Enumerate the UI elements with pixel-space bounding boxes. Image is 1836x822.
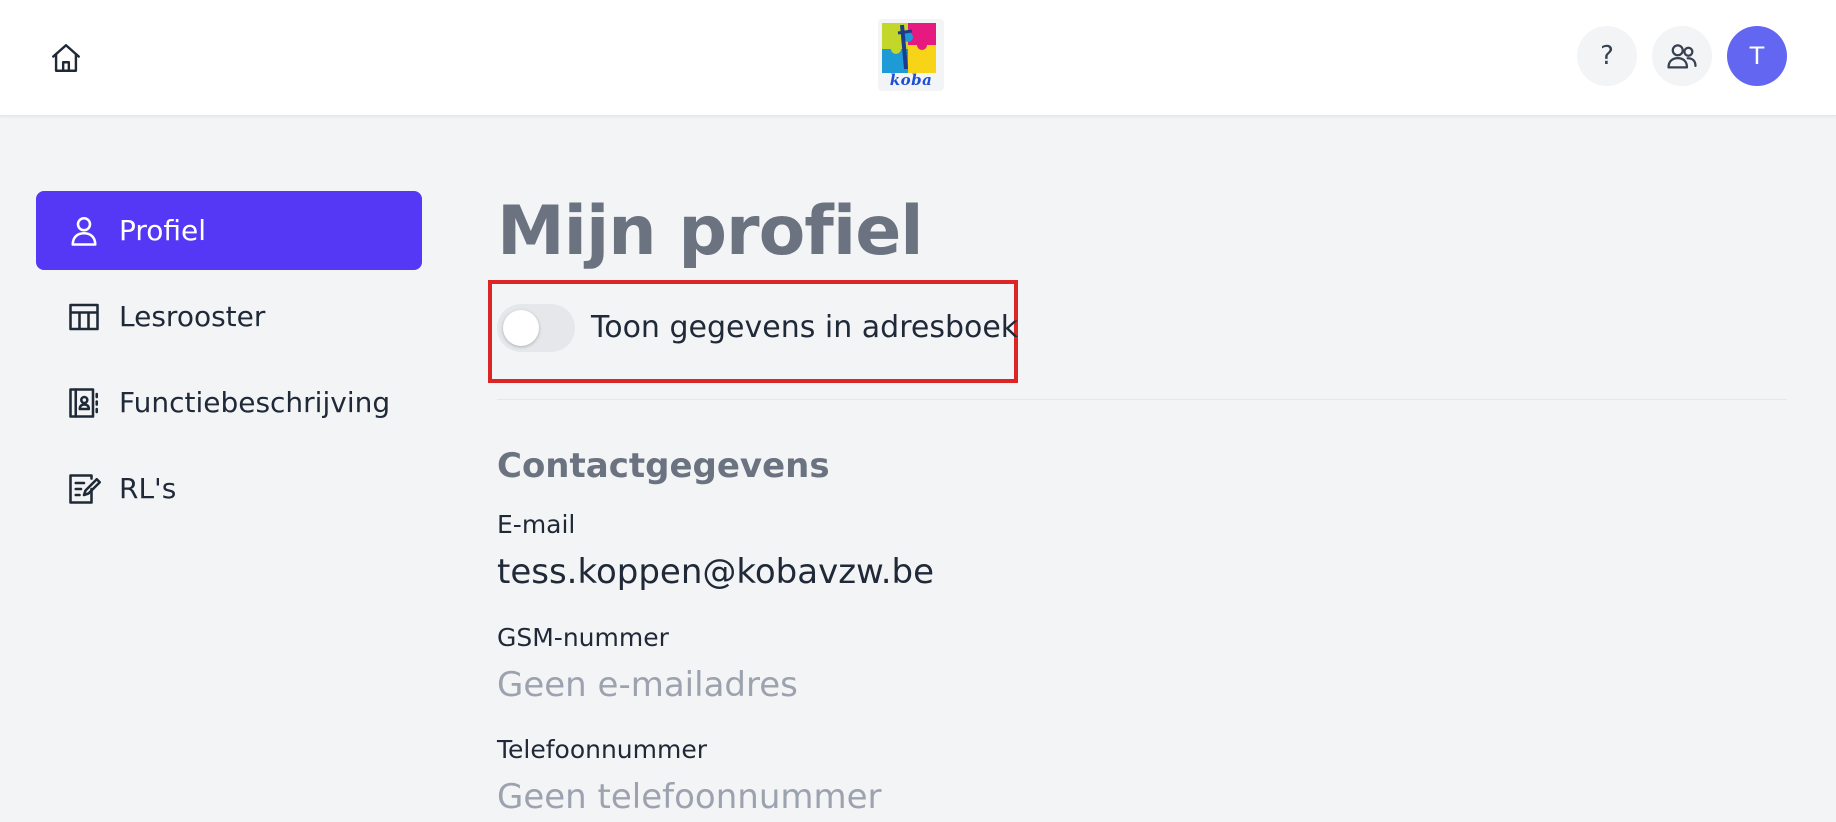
sidebar: Profiel Lesrooster Functiebeschrijving R… bbox=[36, 191, 422, 535]
addressbook-toggle-label: Toon gegevens in adresboek bbox=[591, 310, 1019, 345]
addressbook-toggle[interactable] bbox=[497, 304, 575, 352]
avatar[interactable]: T bbox=[1727, 26, 1787, 86]
avatar-initial: T bbox=[1749, 42, 1765, 70]
puzzle-logo-icon bbox=[882, 23, 936, 73]
divider bbox=[497, 399, 1787, 400]
phone-value: Geen telefoonnummer bbox=[497, 777, 882, 817]
sidebar-item-rls[interactable]: RL's bbox=[36, 449, 422, 528]
contact-card-icon bbox=[69, 388, 99, 418]
top-bar: koba ? T bbox=[0, 0, 1836, 116]
sidebar-item-profiel[interactable]: Profiel bbox=[36, 191, 422, 270]
help-button[interactable]: ? bbox=[1577, 26, 1637, 86]
page-title: Mijn profiel bbox=[497, 192, 924, 271]
user-icon bbox=[71, 216, 97, 246]
sidebar-item-label: Profiel bbox=[119, 214, 207, 247]
home-button[interactable] bbox=[44, 36, 88, 80]
koba-logo[interactable]: koba bbox=[878, 19, 944, 91]
section-title: Contactgegevens bbox=[497, 446, 830, 486]
toggle-knob bbox=[503, 310, 539, 346]
sidebar-item-label: RL's bbox=[119, 472, 177, 505]
phone-label: Telefoonnummer bbox=[497, 735, 708, 764]
document-edit-icon bbox=[69, 474, 102, 504]
gsm-value: Geen e-mailadres bbox=[497, 665, 798, 705]
team-button[interactable] bbox=[1652, 26, 1712, 86]
home-icon bbox=[52, 44, 80, 72]
help-label: ? bbox=[1600, 41, 1614, 71]
sidebar-item-lesrooster[interactable]: Lesrooster bbox=[36, 277, 422, 356]
gsm-label: GSM-nummer bbox=[497, 623, 669, 652]
email-value: tess.koppen@kobavzw.be bbox=[497, 552, 935, 592]
email-label: E-mail bbox=[497, 510, 576, 539]
sidebar-item-label: Functiebeschrijving bbox=[119, 386, 391, 419]
table-icon bbox=[69, 303, 99, 331]
sidebar-item-label: Lesrooster bbox=[119, 300, 266, 333]
users-icon bbox=[1667, 44, 1697, 69]
logo-text: koba bbox=[889, 71, 933, 89]
sidebar-item-functiebeschrijving[interactable]: Functiebeschrijving bbox=[36, 363, 422, 442]
